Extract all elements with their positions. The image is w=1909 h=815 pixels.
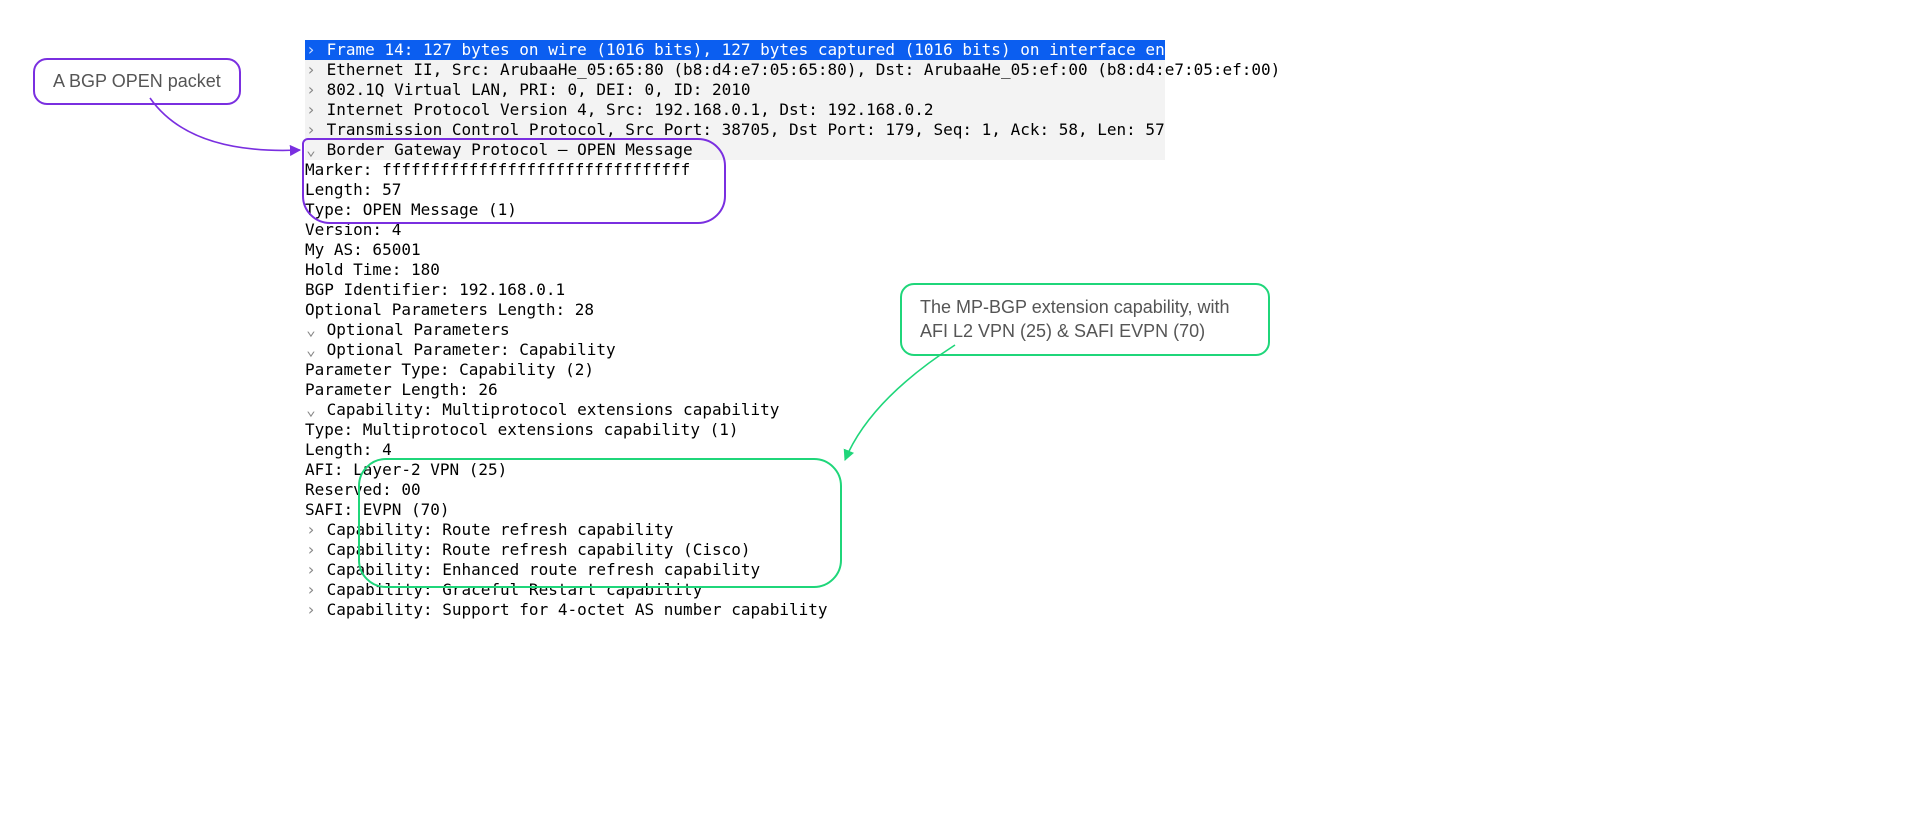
- tree-label: Type: Multiprotocol extensions capabilit…: [305, 420, 738, 439]
- tree-row-cap[interactable]: › Capability: Graceful Restart capabilit…: [305, 580, 1165, 600]
- chevron-right-icon: ›: [305, 120, 317, 140]
- callout-bgp-open: A BGP OPEN packet: [33, 58, 241, 105]
- tree-row-field[interactable]: AFI: Layer-2 VPN (25): [305, 460, 1165, 480]
- tree-row-field[interactable]: Hold Time: 180: [305, 260, 1165, 280]
- chevron-right-icon: ›: [305, 600, 317, 620]
- tree-row-bgp[interactable]: ⌄ Border Gateway Protocol – OPEN Message: [305, 140, 1165, 160]
- tree-label: Length: 4: [305, 440, 392, 459]
- chevron-down-icon: ⌄: [305, 140, 317, 160]
- chevron-right-icon: ›: [305, 520, 317, 540]
- tree-label: Length: 57: [305, 180, 401, 199]
- tree-row-field[interactable]: Reserved: 00: [305, 480, 1165, 500]
- chevron-right-icon: ›: [305, 100, 317, 120]
- tree-label: Parameter Length: 26: [305, 380, 498, 399]
- tree-label: Ethernet II, Src: ArubaaHe_05:65:80 (b8:…: [327, 60, 1281, 79]
- tree-label: Hold Time: 180: [305, 260, 440, 279]
- tree-row-vlan[interactable]: › 802.1Q Virtual LAN, PRI: 0, DEI: 0, ID…: [305, 80, 1165, 100]
- tree-label: Type: OPEN Message (1): [305, 200, 517, 219]
- tree-label: Marker: ffffffffffffffffffffffffffffffff: [305, 160, 690, 179]
- tree-label: Capability: Support for 4-octet AS numbe…: [327, 600, 828, 619]
- tree-row-tcp[interactable]: › Transmission Control Protocol, Src Por…: [305, 120, 1165, 140]
- tree-label: My AS: 65001: [305, 240, 421, 259]
- tree-row-field[interactable]: Type: Multiprotocol extensions capabilit…: [305, 420, 1165, 440]
- tree-row-cap[interactable]: › Capability: Enhanced route refresh cap…: [305, 560, 1165, 580]
- tree-label: Transmission Control Protocol, Src Port:…: [327, 120, 1165, 139]
- tree-label: Internet Protocol Version 4, Src: 192.16…: [327, 100, 934, 119]
- tree-row-cap[interactable]: › Capability: Support for 4-octet AS num…: [305, 600, 1165, 620]
- tree-label: Capability: Graceful Restart capability: [327, 580, 703, 599]
- tree-row-cap[interactable]: › Capability: Route refresh capability: [305, 520, 1165, 540]
- tree-label: Border Gateway Protocol – OPEN Message: [327, 140, 693, 159]
- callout-mpbgp: The MP-BGP extension capability, with AF…: [900, 283, 1270, 356]
- tree-row-cap[interactable]: › Capability: Route refresh capability (…: [305, 540, 1165, 560]
- chevron-right-icon: ›: [305, 80, 317, 100]
- chevron-down-icon: ⌄: [305, 340, 317, 360]
- tree-label: Optional Parameter: Capability: [327, 340, 616, 359]
- tree-row-field[interactable]: Marker: ffffffffffffffffffffffffffffffff: [305, 160, 1165, 180]
- tree-label: SAFI: EVPN (70): [305, 500, 450, 519]
- chevron-right-icon: ›: [305, 560, 317, 580]
- tree-label: BGP Identifier: 192.168.0.1: [305, 280, 565, 299]
- chevron-down-icon: ⌄: [305, 400, 317, 420]
- tree-row-field[interactable]: Parameter Length: 26: [305, 380, 1165, 400]
- tree-label: Capability: Enhanced route refresh capab…: [327, 560, 760, 579]
- tree-row-field[interactable]: Parameter Type: Capability (2): [305, 360, 1165, 380]
- tree-label: Capability: Multiprotocol extensions cap…: [327, 400, 780, 419]
- tree-label: Frame 14: 127 bytes on wire (1016 bits),…: [327, 40, 1232, 59]
- tree-row-ethernet[interactable]: › Ethernet II, Src: ArubaaHe_05:65:80 (b…: [305, 60, 1165, 80]
- tree-row-field[interactable]: Type: OPEN Message (1): [305, 200, 1165, 220]
- tree-row-field[interactable]: SAFI: EVPN (70): [305, 500, 1165, 520]
- tree-label: Optional Parameters: [327, 320, 510, 339]
- tree-label: AFI: Layer-2 VPN (25): [305, 460, 507, 479]
- tree-row-cap-mp[interactable]: ⌄ Capability: Multiprotocol extensions c…: [305, 400, 1165, 420]
- tree-label: Reserved: 00: [305, 480, 421, 499]
- tree-label: Optional Parameters Length: 28: [305, 300, 594, 319]
- chevron-right-icon: ›: [305, 580, 317, 600]
- tree-row-field[interactable]: Length: 57: [305, 180, 1165, 200]
- tree-row-ip[interactable]: › Internet Protocol Version 4, Src: 192.…: [305, 100, 1165, 120]
- tree-row-field[interactable]: Length: 4: [305, 440, 1165, 460]
- tree-row-field[interactable]: My AS: 65001: [305, 240, 1165, 260]
- callout-text: A BGP OPEN packet: [53, 71, 221, 91]
- tree-label: Parameter Type: Capability (2): [305, 360, 594, 379]
- chevron-right-icon: ›: [305, 60, 317, 80]
- tree-label: 802.1Q Virtual LAN, PRI: 0, DEI: 0, ID: …: [327, 80, 751, 99]
- tree-label: Capability: Route refresh capability: [327, 520, 674, 539]
- tree-label: Capability: Route refresh capability (Ci…: [327, 540, 751, 559]
- chevron-right-icon: ›: [305, 40, 317, 60]
- tree-label: Version: 4: [305, 220, 401, 239]
- callout-text: The MP-BGP extension capability, with AF…: [920, 297, 1229, 341]
- chevron-right-icon: ›: [305, 540, 317, 560]
- chevron-down-icon: ⌄: [305, 320, 317, 340]
- tree-row-field[interactable]: Version: 4: [305, 220, 1165, 240]
- tree-row-frame[interactable]: › Frame 14: 127 bytes on wire (1016 bits…: [305, 40, 1165, 60]
